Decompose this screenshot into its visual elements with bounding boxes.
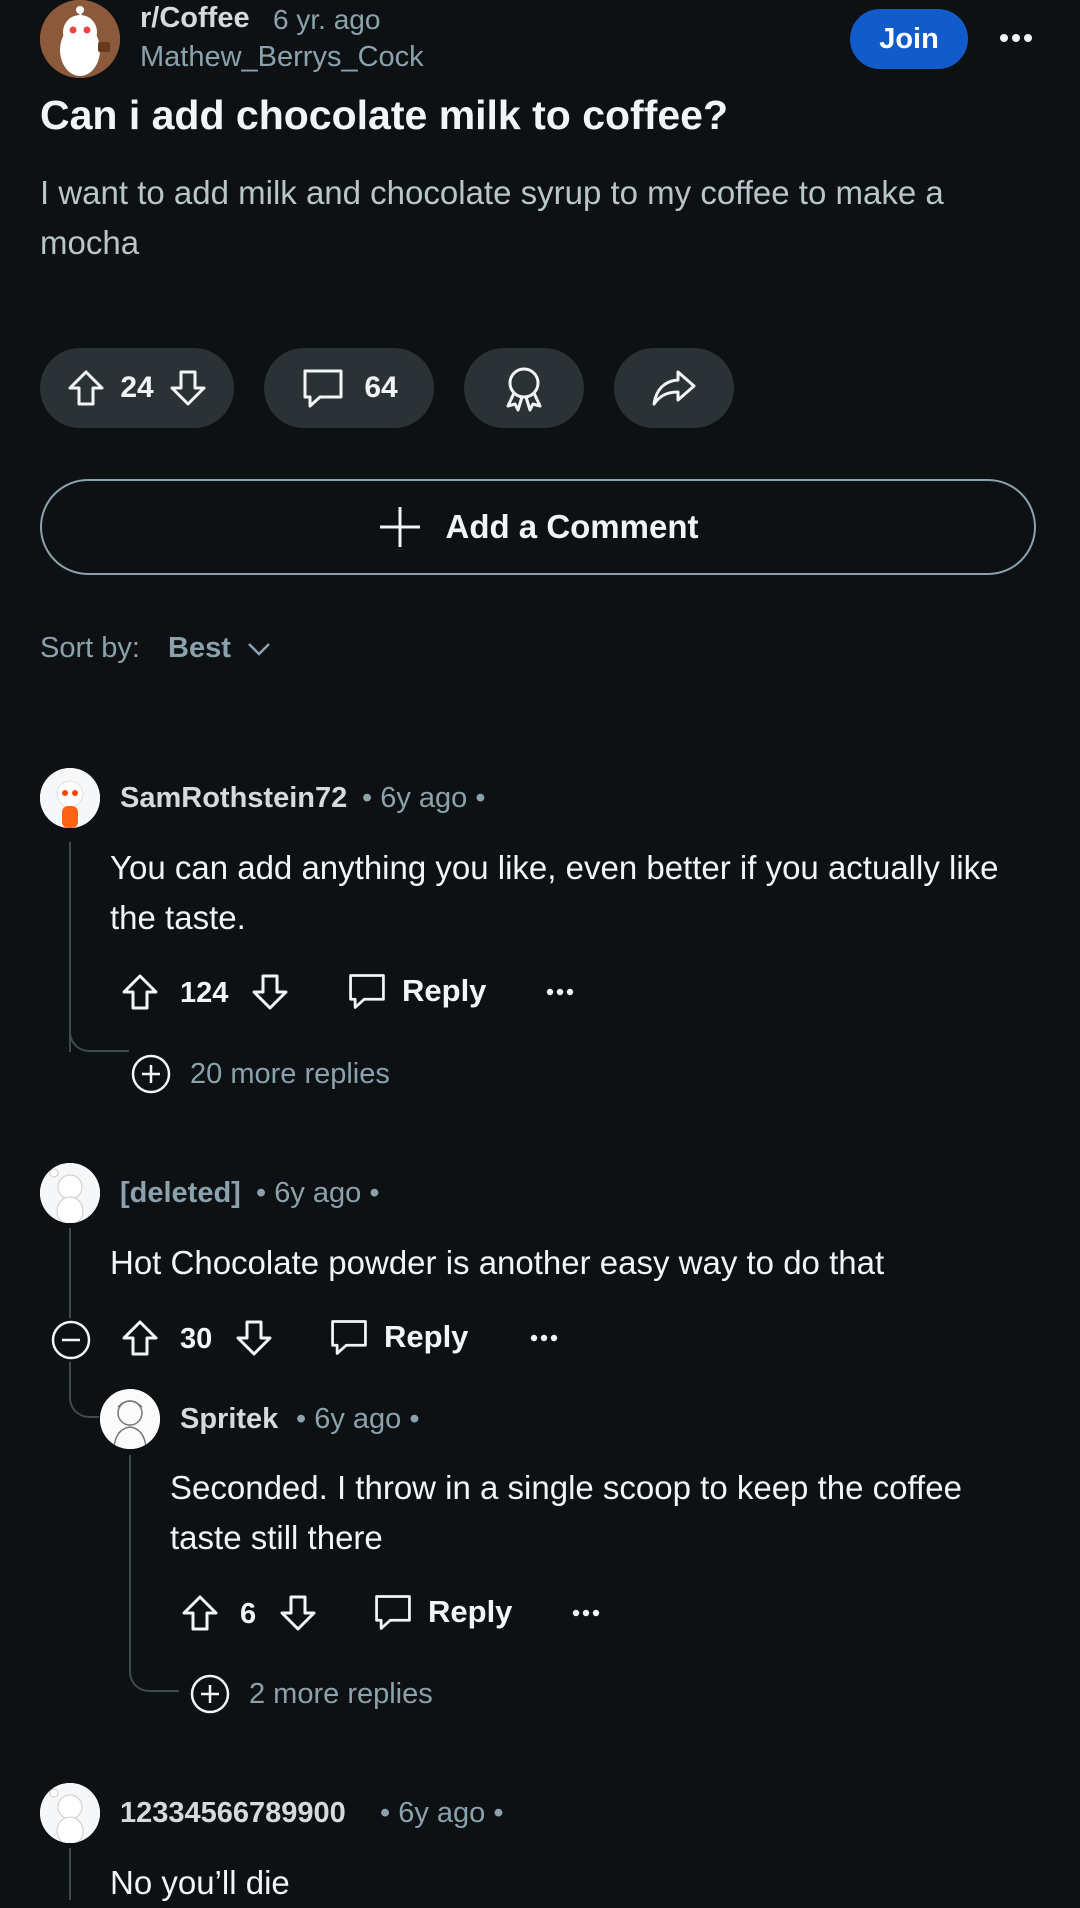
plus-circle-icon bbox=[189, 1673, 231, 1715]
avatar[interactable] bbox=[40, 768, 100, 828]
avatar[interactable] bbox=[40, 1783, 100, 1843]
upvote-icon[interactable] bbox=[120, 972, 160, 1012]
thread-line bbox=[129, 1455, 131, 1665]
award-button[interactable] bbox=[464, 348, 584, 428]
more-replies-button[interactable]: 2 more replies bbox=[189, 1673, 433, 1715]
chevron-down-icon[interactable] bbox=[246, 640, 272, 658]
comment-score: 30 bbox=[180, 1323, 213, 1355]
reply-button[interactable]: Reply bbox=[328, 1316, 468, 1358]
more-replies-label: 2 more replies bbox=[249, 1677, 433, 1710]
comment-icon bbox=[300, 365, 346, 411]
more-options-icon[interactable] bbox=[566, 1597, 606, 1629]
post-score: 24 bbox=[120, 371, 154, 404]
subreddit-avatar[interactable] bbox=[40, 0, 120, 78]
more-options-icon[interactable] bbox=[524, 1322, 564, 1354]
plus-icon bbox=[377, 504, 423, 550]
comments-button[interactable]: 64 bbox=[264, 348, 434, 428]
comment-text: Seconded. I throw in a single scoop to k… bbox=[170, 1469, 962, 1556]
avatar[interactable] bbox=[100, 1389, 160, 1449]
more-options-icon[interactable] bbox=[540, 976, 580, 1008]
comment-count: 64 bbox=[364, 371, 398, 404]
thread-line bbox=[69, 1848, 71, 1900]
comment-meta: • 6y ago • bbox=[256, 1177, 380, 1209]
post-author[interactable]: Mathew_Berrys_Cock bbox=[140, 41, 424, 74]
comment-icon bbox=[328, 1316, 370, 1358]
thread-branch bbox=[69, 1362, 99, 1418]
sort-dropdown[interactable]: Best bbox=[168, 632, 231, 665]
thread-branch bbox=[129, 1640, 179, 1692]
post-body: I want to add milk and chocolate syrup t… bbox=[40, 174, 944, 261]
downvote-icon[interactable] bbox=[250, 972, 290, 1012]
reply-label: Reply bbox=[384, 1319, 469, 1354]
reply-button[interactable]: Reply bbox=[372, 1591, 512, 1633]
add-comment-button[interactable]: Add a Comment bbox=[40, 479, 1036, 575]
add-comment-label: Add a Comment bbox=[445, 508, 699, 545]
join-button[interactable]: Join bbox=[850, 9, 968, 69]
comment-text: You can add anything you like, even bett… bbox=[110, 849, 999, 936]
post-title[interactable]: Can i add chocolate milk to coffee? bbox=[40, 92, 728, 139]
comment-username[interactable]: SamRothstein72 bbox=[120, 782, 347, 815]
comment-meta: • 6y ago • bbox=[362, 782, 486, 814]
plus-circle-icon bbox=[130, 1053, 172, 1095]
comment-meta: • 6y ago • bbox=[296, 1403, 420, 1435]
comment-text: No you’ll die bbox=[110, 1864, 290, 1901]
downvote-icon[interactable] bbox=[278, 1593, 318, 1633]
thread-line bbox=[69, 842, 71, 1052]
more-replies-label: 20 more replies bbox=[190, 1057, 390, 1090]
upvote-icon[interactable] bbox=[66, 368, 106, 408]
share-button[interactable] bbox=[614, 348, 734, 428]
comment-username: [deleted] bbox=[120, 1177, 241, 1209]
upvote-icon[interactable] bbox=[120, 1318, 160, 1358]
comment-icon bbox=[346, 970, 388, 1012]
comment-username[interactable]: Spritek bbox=[180, 1403, 278, 1436]
share-icon bbox=[650, 364, 698, 412]
comment-meta: • 6y ago • bbox=[380, 1797, 504, 1829]
collapse-icon[interactable] bbox=[50, 1319, 92, 1361]
thread-line bbox=[69, 1228, 71, 1318]
comment-username[interactable]: 12334566789900 bbox=[120, 1797, 346, 1830]
upvote-icon[interactable] bbox=[180, 1593, 220, 1633]
reply-button[interactable]: Reply bbox=[346, 970, 486, 1012]
thread-branch bbox=[69, 1028, 129, 1052]
more-options-icon[interactable] bbox=[992, 20, 1040, 56]
subreddit-name[interactable]: r/Coffee bbox=[140, 2, 250, 35]
sort-label: Sort by: bbox=[40, 632, 140, 664]
comment-text: Hot Chocolate powder is another easy way… bbox=[110, 1244, 885, 1281]
comment-icon bbox=[372, 1591, 414, 1633]
comment-score: 6 bbox=[240, 1598, 257, 1630]
award-icon bbox=[500, 364, 548, 412]
reply-label: Reply bbox=[428, 1594, 513, 1629]
downvote-icon[interactable] bbox=[168, 368, 208, 408]
comment-score: 124 bbox=[180, 977, 229, 1009]
avatar[interactable] bbox=[40, 1163, 100, 1223]
downvote-icon[interactable] bbox=[234, 1318, 274, 1358]
post-age: 6 yr. ago bbox=[273, 4, 381, 35]
vote-pill: 24 bbox=[40, 348, 234, 428]
more-replies-button[interactable]: 20 more replies bbox=[130, 1053, 390, 1095]
reply-label: Reply bbox=[402, 973, 487, 1008]
